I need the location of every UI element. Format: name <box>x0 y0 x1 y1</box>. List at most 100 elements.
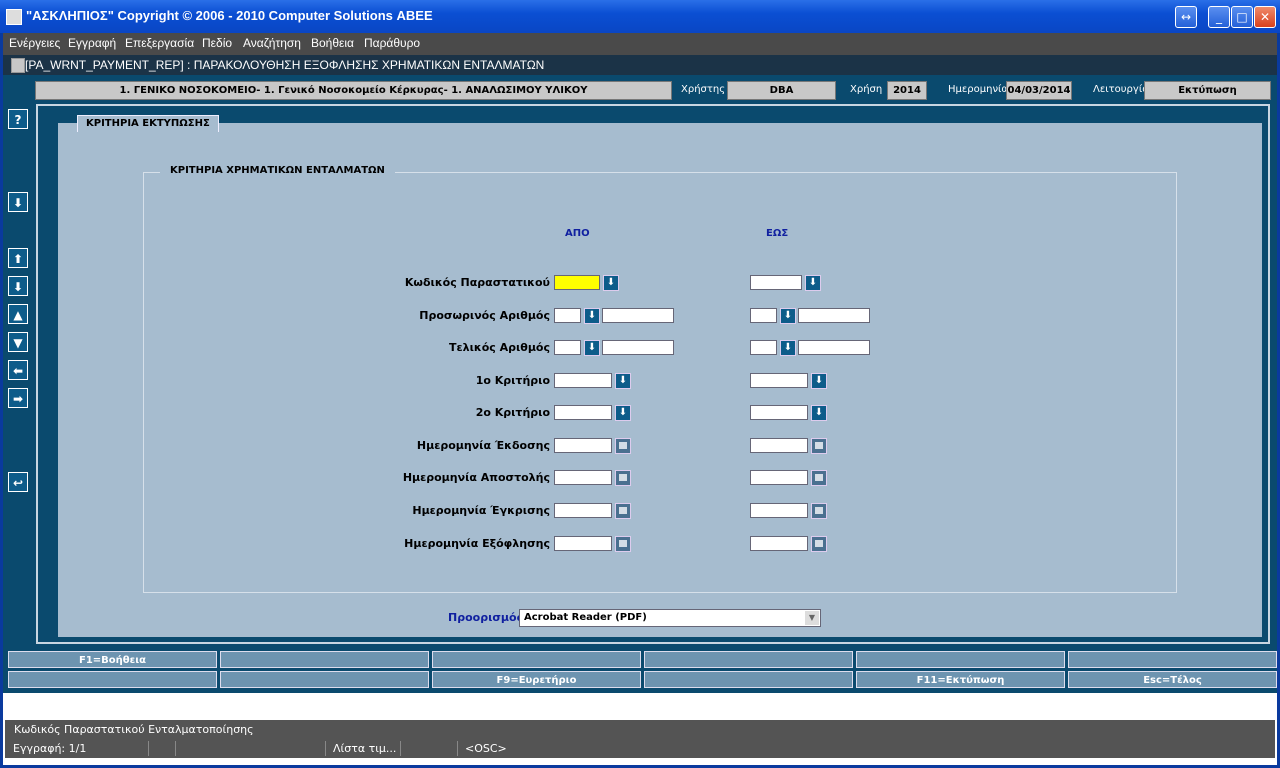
calendar-icon[interactable] <box>615 536 631 552</box>
from-date-input[interactable] <box>554 438 612 453</box>
module-title: [PA_WRNT_PAYMENT_REP] : ΠΑΡΑΚΟΛΟΥΘΗΣΗ ΕΞ… <box>25 58 545 72</box>
user-field: DBA <box>727 81 836 100</box>
from-prefix-input[interactable] <box>554 340 581 355</box>
to-prefix-input[interactable] <box>750 308 777 323</box>
lov-arrow-icon[interactable]: ⬇ <box>615 373 631 389</box>
lov-arrow-icon[interactable]: ⬇ <box>780 340 796 356</box>
lov-arrow-icon[interactable]: ⬇ <box>780 308 796 324</box>
to-date-input[interactable] <box>750 536 808 551</box>
calendar-icon[interactable] <box>615 438 631 454</box>
status-divider <box>325 741 326 756</box>
calendar-icon[interactable] <box>615 503 631 519</box>
minimize-button[interactable]: _ <box>1208 6 1230 28</box>
close-button[interactable]: ✕ <box>1254 6 1276 28</box>
help-button[interactable]: ? <box>8 109 28 129</box>
organization-field: 1. ΓΕΝΙΚΟ ΝΟΣΟΚΟΜΕΙΟ- 1. Γενικό Νοσοκομε… <box>35 81 672 100</box>
group-title: ΚΡΙΤΗΡΙΑ ΧΡΗΜΑΤΙΚΩΝ ΕΝΤΑΛΜΑΤΩΝ <box>160 165 395 176</box>
calendar-icon[interactable] <box>811 503 827 519</box>
to-input[interactable] <box>750 275 802 290</box>
next-field-button[interactable]: ➡ <box>8 388 28 408</box>
function-key[interactable] <box>1068 651 1277 668</box>
record-counter: Εγγραφή: 1/1 <box>13 742 87 755</box>
menu-field[interactable]: Πεδίο <box>202 36 232 50</box>
from-input[interactable] <box>554 275 600 290</box>
field-label: Ημερομηνία Αποστολής <box>402 471 550 484</box>
from-number-input[interactable] <box>602 308 674 323</box>
function-key[interactable] <box>856 651 1065 668</box>
menu-window[interactable]: Παράθυρο <box>364 36 420 50</box>
to-date-input[interactable] <box>750 470 808 485</box>
next-block-button[interactable]: ⬇ <box>8 276 28 296</box>
from-date-input[interactable] <box>554 536 612 551</box>
menu-record[interactable]: Εγγραφή <box>68 36 116 50</box>
menu-edit[interactable]: Επεξεργασία <box>125 36 194 50</box>
function-key[interactable]: F1=Βοήθεια <box>8 651 217 668</box>
from-input[interactable] <box>554 373 612 388</box>
function-key[interactable] <box>432 651 641 668</box>
criteria-group <box>143 172 1177 593</box>
prev-record-button[interactable]: ▲ <box>8 304 28 324</box>
from-date-input[interactable] <box>554 470 612 485</box>
date-field: 04/03/2014 <box>1006 81 1072 100</box>
year-label: Χρήση <box>850 84 883 95</box>
year-field: 2014 <box>887 81 927 100</box>
app-icon <box>6 9 22 25</box>
lov-arrow-icon[interactable]: ⬇ <box>615 405 631 421</box>
maximize-button[interactable]: □ <box>1231 6 1253 28</box>
to-number-input[interactable] <box>798 340 870 355</box>
destination-select[interactable]: Acrobat Reader (PDF) ▼ <box>519 609 821 627</box>
lov-arrow-icon[interactable]: ⬇ <box>603 275 619 291</box>
calendar-icon[interactable] <box>811 536 827 552</box>
osc-indicator: <OSC> <box>465 742 507 755</box>
calendar-icon[interactable] <box>811 470 827 486</box>
prev-field-button[interactable]: ⬅ <box>8 360 28 380</box>
column-to-header: ΕΩΣ <box>766 228 789 239</box>
from-prefix-input[interactable] <box>554 308 581 323</box>
lov-arrow-icon[interactable]: ⬇ <box>584 308 600 324</box>
status-divider <box>457 741 458 756</box>
window-title: "ΑΣΚΛΗΠΙΟΣ" Copyright © 2006 - 2010 Comp… <box>26 8 433 23</box>
to-number-input[interactable] <box>798 308 870 323</box>
function-key[interactable] <box>8 671 217 688</box>
tab-print-criteria[interactable]: ΚΡΙΤΗΡΙΑ ΕΚΤΥΠΩΣΗΣ <box>77 115 219 132</box>
calendar-icon[interactable] <box>615 470 631 486</box>
function-key[interactable] <box>644 671 853 688</box>
column-from-header: ΑΠΟ <box>565 228 590 239</box>
to-date-input[interactable] <box>750 438 808 453</box>
first-record-button[interactable]: ⬆ <box>8 248 28 268</box>
menu-actions[interactable]: Ενέργειες <box>9 36 60 50</box>
next-record-button[interactable]: ▼ <box>8 332 28 352</box>
function-key[interactable]: F11=Εκτύπωση <box>856 671 1065 688</box>
restore-icon[interactable]: ↔ <box>1175 6 1197 28</box>
destination-value: Acrobat Reader (PDF) <box>524 612 647 623</box>
from-input[interactable] <box>554 405 612 420</box>
lov-arrow-icon[interactable]: ⬇ <box>805 275 821 291</box>
menu-search[interactable]: Αναζήτηση <box>243 36 301 50</box>
to-input[interactable] <box>750 405 808 420</box>
form-icon <box>11 58 25 73</box>
module-bar: [PA_WRNT_PAYMENT_REP] : ΠΑΡΑΚΟΛΟΥΘΗΣΗ ΕΞ… <box>3 55 1277 75</box>
exit-button[interactable]: ↩ <box>8 472 28 492</box>
menu-help[interactable]: Βοήθεια <box>311 36 354 50</box>
lov-arrow-icon[interactable]: ⬇ <box>811 405 827 421</box>
chevron-down-icon[interactable]: ▼ <box>805 611 819 625</box>
calendar-icon[interactable] <box>811 438 827 454</box>
function-key[interactable]: Esc=Τέλος <box>1068 671 1277 688</box>
lov-arrow-icon[interactable]: ⬇ <box>584 340 600 356</box>
field-label: 2ο Κριτήριο <box>475 406 550 419</box>
hint-bar: Κωδικός Παραστατικού Ενταλματοποίησης <box>5 720 1275 739</box>
list-indicator: Λίστα τιμ... <box>333 742 397 755</box>
function-key[interactable]: F9=Ευρετήριο <box>432 671 641 688</box>
destination-label: Προορισμός <box>448 611 524 624</box>
function-key[interactable] <box>220 651 429 668</box>
from-number-input[interactable] <box>602 340 674 355</box>
to-date-input[interactable] <box>750 503 808 518</box>
from-date-input[interactable] <box>554 503 612 518</box>
lov-button[interactable]: ⬇ <box>8 192 28 212</box>
lov-arrow-icon[interactable]: ⬇ <box>811 373 827 389</box>
function-key[interactable] <box>220 671 429 688</box>
function-key[interactable] <box>644 651 853 668</box>
to-prefix-input[interactable] <box>750 340 777 355</box>
status-bar <box>5 739 1275 758</box>
to-input[interactable] <box>750 373 808 388</box>
